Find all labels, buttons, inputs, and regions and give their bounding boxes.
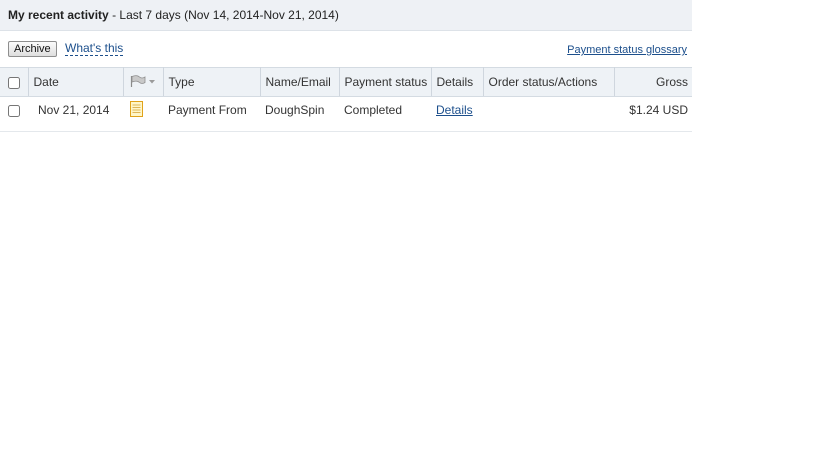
row-date: Nov 21, 2014	[38, 103, 110, 118]
table-header-row: Date Type Name/Email Payment status Deta…	[0, 67, 692, 97]
details-link[interactable]: Details	[436, 103, 473, 117]
activity-title-text: My recent activity	[8, 8, 109, 22]
row-gross: $1.24 USD	[629, 103, 688, 118]
column-header-payment-status[interactable]: Payment status	[339, 67, 432, 97]
table-row: Nov 21, 2014 Payment From DoughSpin Comp…	[0, 97, 692, 124]
row-checkbox[interactable]	[8, 105, 20, 118]
activity-toolbar: Archive What's this Payment status gloss…	[0, 31, 692, 67]
column-header-order-status: Order status/Actions	[483, 67, 615, 97]
row-type: Payment From	[168, 103, 247, 118]
note-icon[interactable]	[130, 100, 143, 120]
row-payment-status: Completed	[344, 103, 403, 118]
row-flag-cell	[123, 97, 163, 124]
column-header-details: Details	[431, 67, 484, 97]
row-name: DoughSpin	[265, 103, 325, 118]
column-header-type[interactable]: Type	[163, 67, 261, 97]
row-order-status	[483, 97, 614, 124]
payment-status-glossary-link[interactable]: Payment status glossary	[567, 44, 687, 56]
column-header-date[interactable]: Date	[28, 67, 124, 97]
select-all-checkbox[interactable]	[8, 76, 20, 89]
recent-activity-panel: My recent activity - Last 7 days (Nov 14…	[0, 0, 692, 132]
activity-title: My recent activity - Last 7 days (Nov 14…	[8, 8, 339, 22]
activity-table: Date Type Name/Email Payment status Deta…	[0, 67, 692, 124]
activity-date-range: - Last 7 days (Nov 14, 2014-Nov 21, 2014…	[112, 8, 339, 22]
whats-this-link[interactable]: What's this	[65, 42, 124, 56]
column-header-name-email[interactable]: Name/Email	[260, 67, 340, 97]
activity-header: My recent activity - Last 7 days (Nov 14…	[0, 0, 692, 31]
row-select-cell	[0, 97, 28, 124]
select-all-cell	[0, 67, 29, 97]
flag-filter-icon[interactable]	[129, 74, 157, 91]
column-header-gross[interactable]: Gross	[614, 67, 692, 97]
archive-button[interactable]: Archive	[8, 41, 57, 57]
row-details-cell: Details	[431, 97, 483, 124]
column-header-flag[interactable]	[123, 67, 164, 97]
